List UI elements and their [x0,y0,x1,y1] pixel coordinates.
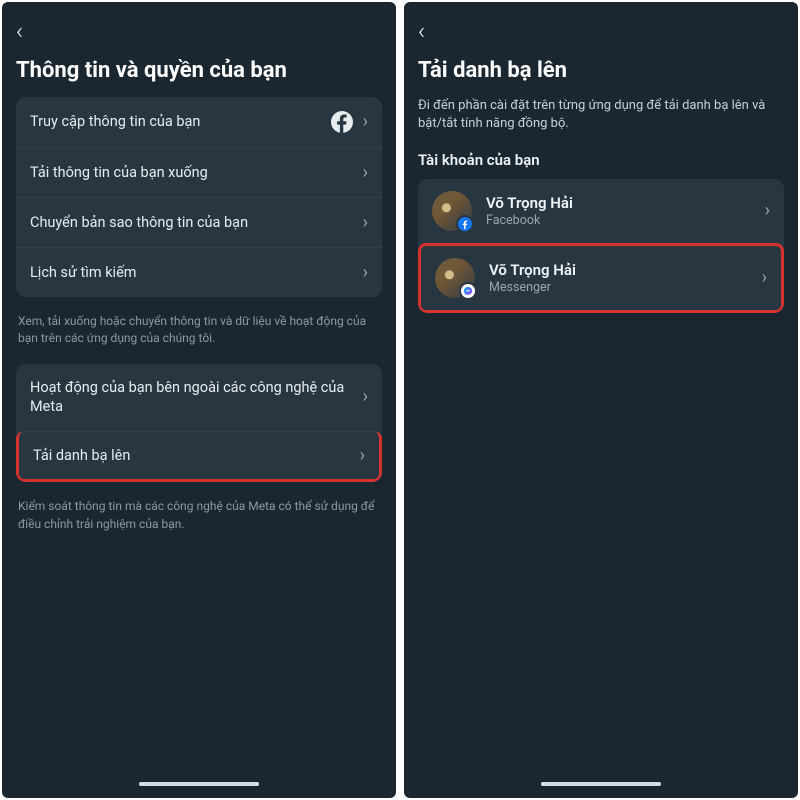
settings-group-info: Truy cập thông tin của bạn › Tải thông t… [16,97,382,297]
group-caption: Xem, tải xuống hoặc chuyển thông tin và … [18,313,380,348]
accounts-group: Võ Trọng Hải Facebook › Võ Trọng Hải Mes… [418,179,784,313]
row-label: Truy cập thông tin của bạn [30,112,331,132]
facebook-icon [331,111,353,133]
messenger-icon [459,282,477,300]
group-caption: Kiểm soát thông tin mà các công nghệ của… [18,498,380,533]
home-indicator[interactable] [541,782,661,786]
chevron-right-icon: › [363,388,368,406]
back-icon[interactable]: ‹ [16,17,33,45]
page-title: Tải danh bạ lên [418,58,784,83]
row-upload-contacts[interactable]: Tải danh bạ lên › [16,431,382,483]
chevron-right-icon: › [363,214,368,232]
account-name: Võ Trọng Hải [489,261,762,280]
home-indicator[interactable] [139,782,259,786]
row-label: Hoạt động của bạn bên ngoài các công ngh… [30,378,363,417]
row-label: Lịch sử tìm kiếm [30,263,363,283]
row-access-your-info[interactable]: Truy cập thông tin của bạn › [16,97,382,147]
chevron-right-icon: › [363,164,368,182]
phone-screen-left: ‹ Thông tin và quyền của bạn Truy cập th… [2,2,396,798]
account-row-facebook[interactable]: Võ Trọng Hải Facebook › [418,179,784,243]
facebook-icon [456,215,474,233]
row-search-history[interactable]: Lịch sử tìm kiếm › [16,247,382,297]
chevron-right-icon: › [360,447,365,465]
chevron-right-icon: › [363,264,368,282]
page-title: Thông tin và quyền của bạn [16,58,382,83]
row-label: Tải danh bạ lên [33,446,360,466]
chevron-right-icon: › [363,113,368,131]
account-text: Võ Trọng Hải Messenger [475,261,762,296]
section-label-accounts: Tài khoản của bạn [418,151,784,169]
row-label: Chuyển bản sao thông tin của bạn [30,213,363,233]
account-text: Võ Trọng Hải Facebook [472,194,765,229]
nav-bar: ‹ [16,16,382,46]
account-app: Messenger [489,280,762,296]
account-name: Võ Trọng Hải [486,194,765,213]
phone-screen-right: ‹ Tải danh bạ lên Đi đến phần cài đặt tr… [404,2,798,798]
chevron-right-icon: › [762,269,767,287]
row-off-meta-activity[interactable]: Hoạt động của bạn bên ngoài các công ngh… [16,364,382,431]
avatar [432,191,472,231]
chevron-right-icon: › [765,202,770,220]
nav-bar: ‹ [418,16,784,46]
account-row-messenger[interactable]: Võ Trọng Hải Messenger › [418,243,784,313]
row-download-your-info[interactable]: Tải thông tin của bạn xuống › [16,147,382,197]
row-transfer-copy[interactable]: Chuyển bản sao thông tin của bạn › [16,197,382,247]
settings-group-control: Hoạt động của bạn bên ngoài các công ngh… [16,364,382,483]
page-subtitle: Đi đến phần cài đặt trên từng ứng dụng đ… [418,97,784,133]
account-app: Facebook [486,213,765,229]
avatar [435,258,475,298]
row-label: Tải thông tin của bạn xuống [30,163,363,183]
back-icon[interactable]: ‹ [418,17,435,45]
